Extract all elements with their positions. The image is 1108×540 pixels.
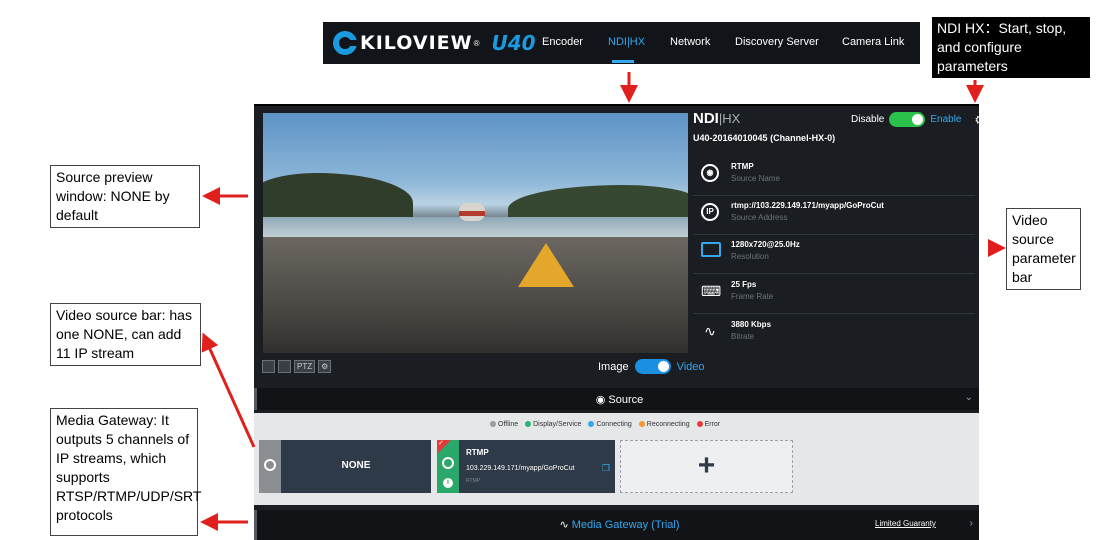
arrow-video-bar bbox=[201, 332, 256, 448]
annotation-arrows bbox=[200, 72, 1006, 531]
